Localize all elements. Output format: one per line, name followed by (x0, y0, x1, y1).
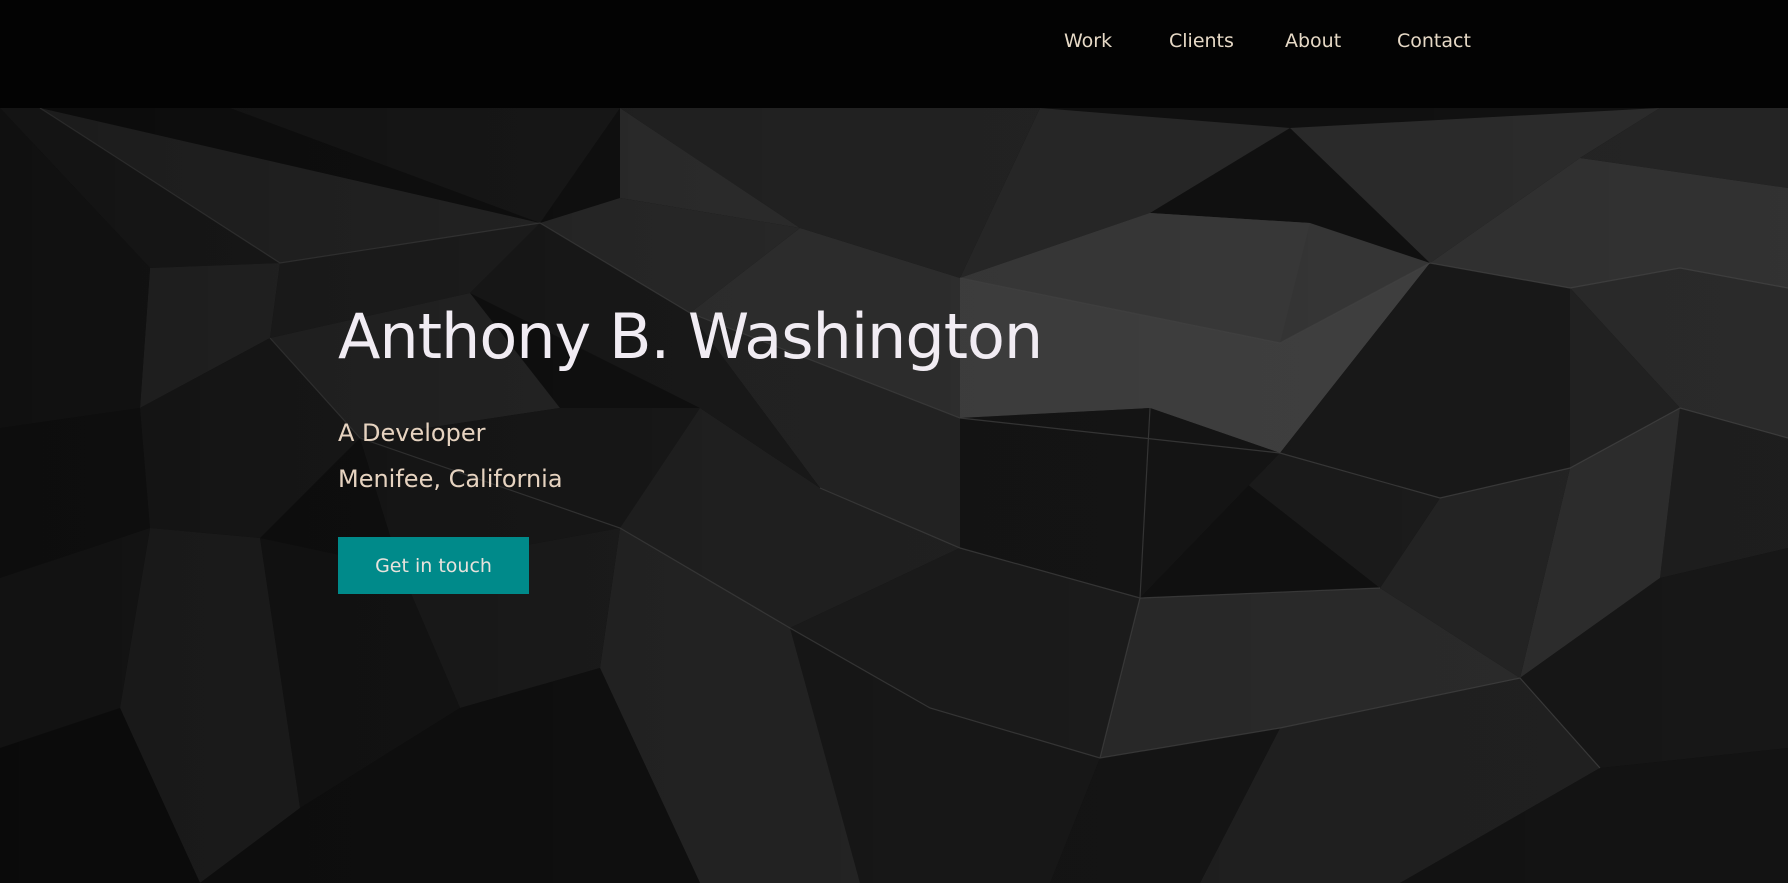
page: Work Clients About Contact Anthony B. Wa… (0, 0, 1788, 883)
hero-overlay (0, 108, 1788, 883)
nav-link-about[interactable]: About (1285, 30, 1341, 52)
hero-section: Anthony B. Washington A Developer Menife… (0, 108, 1788, 883)
nav-link-contact[interactable]: Contact (1397, 30, 1471, 52)
hero-role-text: A Developer (338, 419, 486, 447)
nav-link-clients[interactable]: Clients (1169, 30, 1234, 52)
hero-name-heading: Anthony B. Washington (338, 300, 1043, 373)
top-navbar: Work Clients About Contact (0, 0, 1788, 108)
get-in-touch-button[interactable]: Get in touch (338, 537, 529, 594)
hero-location-text: Menifee, California (338, 465, 563, 493)
nav-link-work[interactable]: Work (1064, 30, 1112, 52)
